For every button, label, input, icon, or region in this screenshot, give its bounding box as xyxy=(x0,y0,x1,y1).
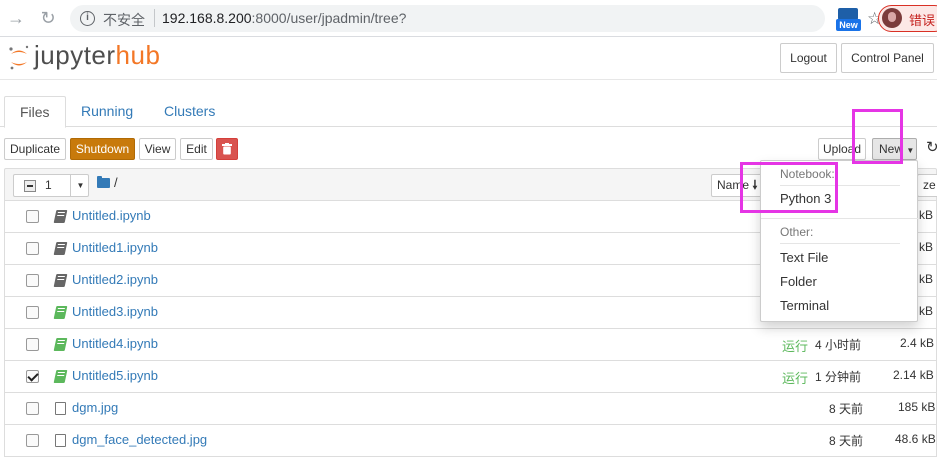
file-name-link[interactable]: dgm_face_detected.jpg xyxy=(72,432,207,447)
running-indicator: 运行 xyxy=(782,339,809,354)
notebook-icon xyxy=(53,210,68,223)
row-checkbox[interactable] xyxy=(26,434,39,447)
row-checkbox[interactable] xyxy=(26,402,39,415)
file-size: kB xyxy=(919,240,934,254)
row-checkbox[interactable] xyxy=(26,274,39,287)
tab-bar: Files Running Clusters xyxy=(0,96,937,128)
profile-button[interactable]: 错误 xyxy=(878,5,937,32)
reload-icon[interactable]: ↻ xyxy=(37,7,59,29)
file-row[interactable]: dgm_face_detected.jpg 8 天前 48.6 kB xyxy=(4,425,937,457)
file-name-link[interactable]: Untitled5.ipynb xyxy=(72,368,158,383)
edit-button[interactable]: Edit xyxy=(180,138,213,160)
refresh-icon[interactable]: ↻ xyxy=(926,138,937,156)
extension-new-icon[interactable]: New xyxy=(835,8,861,32)
file-name-link[interactable]: Untitled3.ipynb xyxy=(72,304,158,319)
trash-icon xyxy=(222,143,232,155)
avatar-figure xyxy=(888,12,896,22)
file-size: 2.4 kB xyxy=(900,336,935,350)
jupyter-logo-icon xyxy=(9,45,29,70)
url-path: :8000/user/jpadmin/tree? xyxy=(251,10,407,26)
url-host: 192.168.8.200 xyxy=(162,10,252,26)
file-name-link[interactable]: Untitled4.ipynb xyxy=(72,336,158,351)
jupyterhub-header: jupyterhub Logout Control Panel xyxy=(0,38,937,80)
chevron-down-icon[interactable]: ▼ xyxy=(70,175,90,196)
file-size: kB xyxy=(919,304,934,318)
file-size: kB xyxy=(919,208,934,222)
menu-divider xyxy=(780,243,900,244)
menu-item-terminal[interactable]: Terminal xyxy=(780,298,829,313)
notebook-icon xyxy=(53,242,68,255)
file-name-link[interactable]: Untitled1.ipynb xyxy=(72,240,158,255)
row-checkbox[interactable] xyxy=(26,370,39,383)
tab-clusters[interactable]: Clusters xyxy=(149,96,230,127)
tab-files[interactable]: Files xyxy=(4,96,66,128)
file-row[interactable]: dgm.jpg 8 天前 185 kB xyxy=(4,393,937,425)
last-modified: 8 天前 xyxy=(829,434,864,448)
select-all-control[interactable]: 1 ▼ xyxy=(13,174,89,197)
python3-highlight xyxy=(740,162,838,213)
last-modified: 8 天前 xyxy=(829,402,864,416)
file-icon xyxy=(55,434,66,447)
breadcrumb[interactable]: / xyxy=(114,175,118,190)
logo-text: jupyter xyxy=(34,40,116,70)
tab-running[interactable]: Running xyxy=(66,96,148,127)
logo-wordmark: jupyterhub xyxy=(34,40,160,71)
duplicate-button[interactable]: Duplicate xyxy=(4,138,66,160)
menu-item-folder[interactable]: Folder xyxy=(780,274,817,289)
file-size: 2.14 kB xyxy=(893,368,934,382)
new-button-highlight xyxy=(852,109,903,164)
url-text[interactable]: 192.168.8.200:8000/user/jpadmin/tree? xyxy=(162,10,406,26)
delete-button[interactable] xyxy=(216,138,238,160)
menu-divider xyxy=(761,218,919,219)
file-icon xyxy=(55,402,66,415)
file-row[interactable]: Untitled4.ipynb 运行 4 小时前 2.4 kB xyxy=(4,329,937,361)
sort-by-size-button[interactable]: ze xyxy=(917,174,937,197)
file-name-link[interactable]: Untitled.ipynb xyxy=(72,208,151,223)
running-notebook-icon xyxy=(53,306,68,319)
file-size: kB xyxy=(919,272,934,286)
last-modified: 4 小时前 xyxy=(815,338,862,352)
file-size: 48.6 kB xyxy=(895,432,936,446)
info-icon[interactable]: i xyxy=(80,11,95,26)
extension-label: New xyxy=(836,19,861,31)
address-bar[interactable]: i 不安全 192.168.8.200:8000/user/jpadmin/tr… xyxy=(70,5,882,32)
file-size: 185 kB xyxy=(898,400,936,414)
row-checkbox[interactable] xyxy=(26,210,39,223)
caret-down-icon: ▼ xyxy=(906,146,915,155)
running-notebook-icon xyxy=(53,338,68,351)
browser-toolbar: → ↻ i 不安全 192.168.8.200:8000/user/jpadmi… xyxy=(0,0,937,37)
shutdown-button[interactable]: Shutdown xyxy=(70,138,135,160)
profile-error-label: 错误 xyxy=(909,13,936,28)
running-notebook-icon xyxy=(53,370,68,383)
sort-size-label: ze xyxy=(923,178,936,192)
select-all-checkbox[interactable] xyxy=(24,180,36,192)
notebook-icon xyxy=(53,274,68,287)
insecure-label: 不安全 xyxy=(103,12,145,28)
file-row[interactable]: Untitled5.ipynb 运行 1 分钟前 2.14 kB xyxy=(4,361,937,393)
menu-item-text-file[interactable]: Text File xyxy=(780,250,828,265)
last-modified: 1 分钟前 xyxy=(815,370,862,384)
other-section-header: Other: xyxy=(780,225,814,239)
running-indicator: 运行 xyxy=(782,371,809,386)
row-checkbox[interactable] xyxy=(26,306,39,319)
file-name-link[interactable]: Untitled2.ipynb xyxy=(72,272,158,287)
back-arrow-icon[interactable]: → xyxy=(5,7,27,29)
view-button[interactable]: View xyxy=(139,138,176,160)
row-checkbox[interactable] xyxy=(26,338,39,351)
file-name-link[interactable]: dgm.jpg xyxy=(72,400,118,415)
logout-button[interactable]: Logout xyxy=(780,43,837,73)
avatar xyxy=(882,8,902,28)
row-checkbox[interactable] xyxy=(26,242,39,255)
logo-accent-text: hub xyxy=(115,40,161,70)
control-panel-button[interactable]: Control Panel xyxy=(841,43,934,73)
url-separator xyxy=(154,9,155,27)
folder-icon[interactable] xyxy=(97,176,110,188)
selected-count: 1 xyxy=(45,178,52,192)
